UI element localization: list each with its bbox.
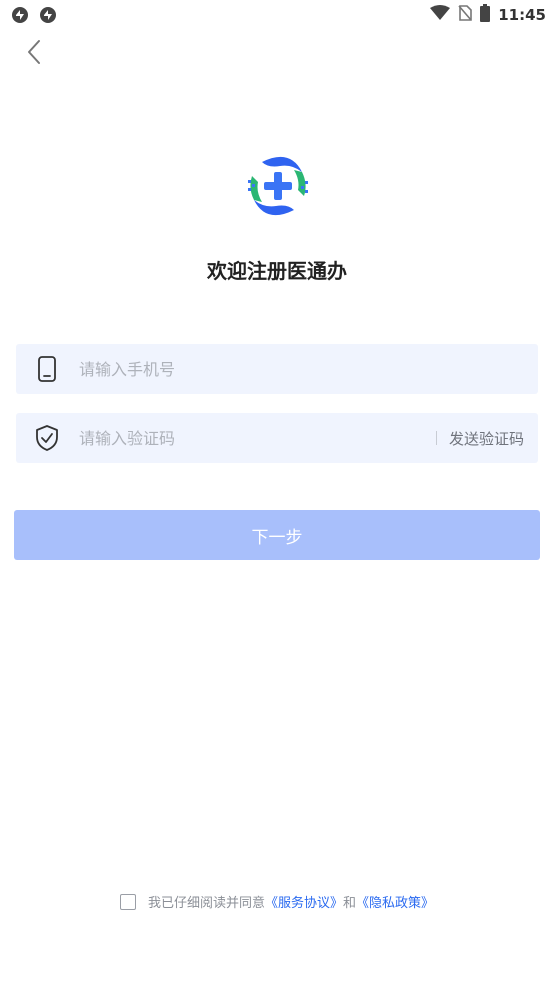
page-title: 欢迎注册医通办 [207, 259, 347, 283]
verification-code-input[interactable] [77, 412, 436, 464]
service-agreement-link[interactable]: 《服务协议》 [265, 892, 343, 911]
status-right: 11:45 [430, 4, 546, 26]
shield-check-icon [35, 425, 59, 451]
phone-field [16, 343, 538, 395]
sync-icon [38, 5, 58, 29]
phone-icon [35, 356, 59, 382]
next-button[interactable]: 下一步 [14, 510, 540, 560]
battery-icon [480, 4, 491, 26]
agreement-prefix: 我已仔细阅读并同意 [147, 896, 265, 911]
agreement-checkbox[interactable] [119, 893, 136, 910]
back-button[interactable] [18, 38, 50, 70]
code-field: 发送验证码 [16, 412, 538, 464]
agreement-conjunction: 和 [343, 896, 357, 911]
wifi-icon [430, 5, 451, 25]
status-time: 11:45 [498, 6, 546, 24]
phone-input[interactable] [77, 343, 538, 395]
agreement-row: 我已仔细阅读并同意 《服务协议》 和 《隐私政策》 [0, 892, 554, 911]
privacy-policy-link[interactable]: 《隐私政策》 [356, 892, 434, 911]
chevron-left-icon [26, 39, 42, 69]
status-bar: 11:45 [0, 0, 554, 30]
register-screen: 11:45 欢迎注册医通办 请输入手机号 请输入验证码 发送验证码 下一步 我已… [0, 0, 554, 986]
no-sim-icon [458, 5, 473, 25]
sync-icon [10, 5, 30, 29]
status-left [10, 5, 58, 29]
app-logo [244, 152, 312, 220]
field-divider [435, 431, 437, 445]
send-code-button[interactable]: 发送验证码 [449, 428, 524, 449]
